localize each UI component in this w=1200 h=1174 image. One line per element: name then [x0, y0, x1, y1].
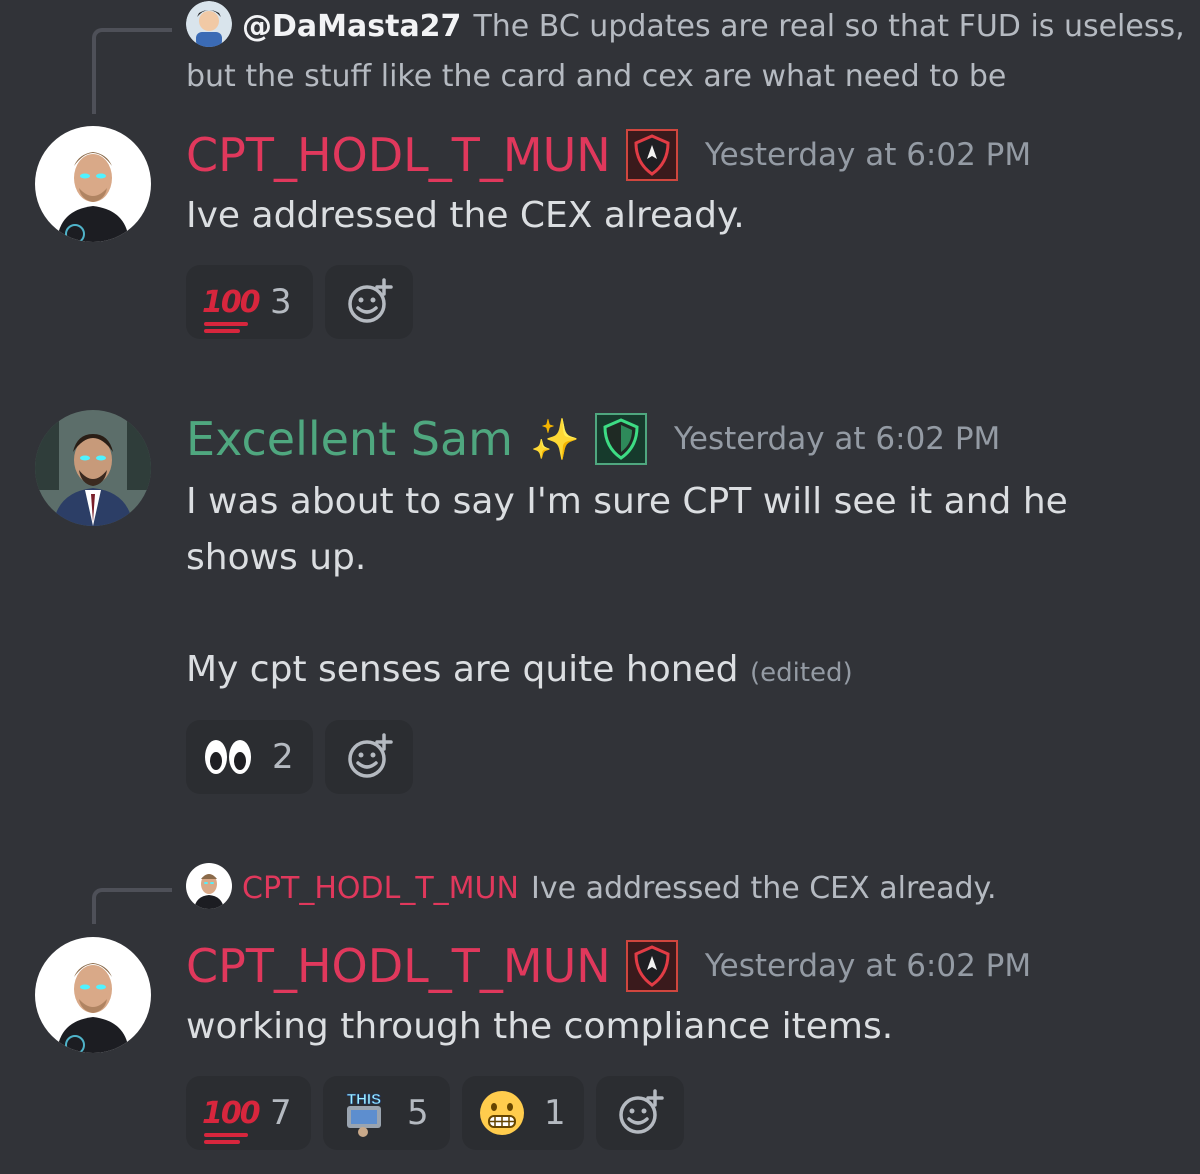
add-reaction-icon — [348, 733, 393, 778]
reaction-100[interactable]: 100 3 — [186, 265, 313, 339]
avatar[interactable] — [186, 862, 232, 909]
this-sticker-icon: THIS — [347, 1091, 381, 1137]
add-reaction-icon — [348, 278, 393, 323]
message-content: Ive addressed the CEX already. — [186, 195, 745, 236]
timestamp[interactable]: Yesterday at 6:02 PM — [705, 948, 1031, 984]
edited-label: (edited) — [750, 658, 853, 688]
reaction-eyes[interactable]: 2 — [186, 720, 313, 794]
username[interactable]: CPT_HODL_T_MUN — [186, 128, 611, 182]
timestamp[interactable]: Yesterday at 6:02 PM — [674, 421, 1000, 457]
reaction-100[interactable]: 100 7 — [186, 1076, 311, 1150]
reply-preview[interactable]: @DaMasta27 The BC updates are real so tha… — [186, 0, 1186, 102]
username[interactable]: CPT_HODL_T_MUN — [186, 939, 611, 993]
message-header: Excellent Sam ✨ Yesterday at 6:02 PM — [186, 412, 1000, 466]
avatar[interactable] — [35, 410, 151, 526]
message-line-text: My cpt senses are quite honed — [186, 649, 739, 690]
avatar[interactable] — [35, 937, 151, 1053]
this-sticker-label: THIS — [347, 1091, 381, 1108]
reaction-count: 5 — [407, 1093, 429, 1133]
reaction-count: 7 — [270, 1093, 292, 1133]
sparkles-icon: ✨ — [530, 416, 580, 463]
shield-role-icon[interactable] — [625, 129, 678, 181]
reaction-count: 1 — [544, 1093, 566, 1133]
avatar[interactable] — [35, 126, 151, 242]
shield-role-icon[interactable] — [594, 413, 647, 465]
reactions-bar: 100 3 — [186, 265, 413, 339]
message-content: I was about to say I'm sure CPT will see… — [186, 474, 1176, 701]
grimacing-face-icon — [480, 1091, 524, 1135]
add-reaction-icon — [619, 1089, 664, 1134]
reply-preview[interactable]: CPT_HODL_T_MUN Ive addressed the CEX alre… — [186, 862, 997, 914]
add-reaction-button[interactable] — [325, 720, 413, 794]
add-reaction-button[interactable] — [325, 265, 413, 339]
reply-connector — [92, 888, 172, 924]
message-line: My cpt senses are quite honed (edited) — [186, 642, 1176, 701]
shield-role-icon[interactable] — [625, 940, 678, 992]
timestamp[interactable]: Yesterday at 6:02 PM — [705, 137, 1031, 173]
eyes-icon — [205, 740, 251, 774]
reply-username[interactable]: @DaMasta27 — [242, 9, 461, 44]
message-header: CPT_HODL_T_MUN Yesterday at 6:02 PM — [186, 939, 1031, 993]
add-reaction-button[interactable] — [596, 1076, 684, 1150]
reactions-bar: 2 — [186, 720, 413, 794]
avatar[interactable] — [186, 0, 232, 47]
100-icon: 100 — [202, 285, 261, 333]
reactions-bar: 100 7 THIS 5 1 — [186, 1076, 684, 1150]
message-content: working through the compliance items. — [186, 1006, 894, 1047]
reaction-count: 3 — [270, 282, 292, 322]
reaction-count: 2 — [272, 737, 294, 777]
reaction-this[interactable]: THIS 5 — [323, 1076, 450, 1150]
100-icon: 100 — [202, 1096, 261, 1144]
reaction-grimacing[interactable]: 1 — [462, 1076, 584, 1150]
message-line: I was about to say I'm sure CPT will see… — [186, 481, 1068, 578]
reply-username[interactable]: CPT_HODL_T_MUN — [242, 871, 519, 906]
reply-connector — [92, 28, 172, 114]
reply-text: Ive addressed the CEX already. — [530, 871, 997, 906]
message-header: CPT_HODL_T_MUN Yesterday at 6:02 PM — [186, 128, 1031, 182]
username[interactable]: Excellent Sam — [186, 412, 513, 466]
